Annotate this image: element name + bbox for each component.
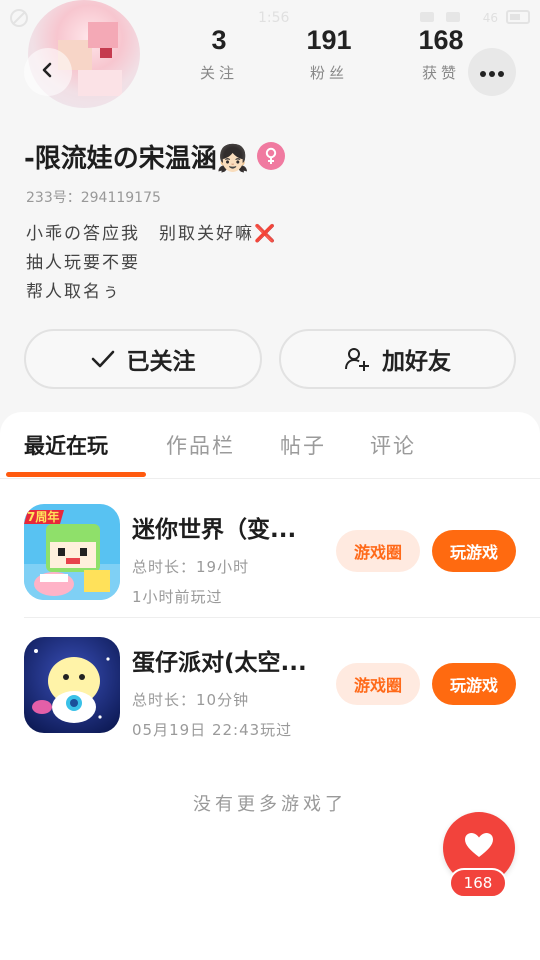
add-friend-button[interactable]: 加好友 (279, 329, 516, 389)
wifi-icon (446, 12, 460, 22)
heart-icon (464, 832, 494, 862)
likes-count: 168 (418, 25, 464, 55)
bio: 小乖の答应我 别取关好嘛❌ 抽人玩要不要 帮人取名ぅ (26, 220, 277, 307)
followers-count: 191 (306, 25, 352, 55)
tab-recently-played[interactable]: 最近在玩 (24, 430, 108, 460)
battery-percent: 46 (482, 11, 498, 25)
following-count: 3 (211, 25, 227, 55)
game-duration: 总时长：19小时 (132, 558, 250, 576)
game-title: 蛋仔派对(太空... (132, 650, 307, 676)
no-disturb-icon (10, 9, 28, 27)
tab-bar: 最近在玩 作品栏 帖子 评论 (0, 412, 540, 479)
game-item[interactable]: 7周年 迷你世界（变... 总时长：19小时 1小时前玩过 游戏圈 玩游戏 (0, 484, 540, 612)
profile-header: 1:56 46 3 关注 191 粉丝 168 获赞 -限流娃の宋温涵👧🏻 23… (0, 0, 540, 440)
followers-label: 粉丝 (309, 64, 348, 82)
nickname: -限流娃の宋温涵👧🏻 (24, 143, 250, 174)
anniversary-badge: 7周年 (27, 510, 60, 524)
user-id: 233号：294119175 (26, 190, 161, 206)
following-label: 关注 (199, 64, 238, 82)
battery-icon (506, 10, 530, 24)
bio-line: 小乖の答应我 别取关好嘛❌ (26, 224, 278, 244)
tab-comments[interactable]: 评论 (370, 430, 416, 460)
back-button[interactable] (24, 48, 72, 96)
game-item[interactable]: 蛋仔派对(太空... 总时长：10分钟 05月19日 22:43玩过 游戏圈 玩… (0, 617, 540, 745)
game-title: 迷你世界（变... (132, 517, 297, 543)
more-button[interactable] (468, 48, 516, 96)
game-last-played: 1小时前玩过 (132, 588, 223, 606)
game-circle-button[interactable]: 游戏圈 (336, 663, 420, 705)
game-last-played: 05月19日 22:43玩过 (132, 721, 293, 739)
bio-line: 帮人取名ぅ (26, 282, 121, 302)
stat-following[interactable]: 3 关注 (169, 24, 269, 83)
game-circle-button[interactable]: 游戏圈 (336, 530, 420, 572)
like-count-badge: 168 (449, 868, 507, 898)
play-game-button[interactable]: 玩游戏 (432, 663, 516, 705)
active-tab-indicator (6, 472, 146, 477)
signal-icon (420, 12, 434, 22)
check-icon (91, 349, 115, 369)
more-icon (479, 63, 505, 82)
followed-label: 已关注 (126, 349, 196, 375)
game-duration: 总时长：10分钟 (132, 691, 250, 709)
add-user-icon (344, 346, 370, 372)
mini-world-game-icon[interactable]: 7周年 (24, 504, 120, 600)
nickname-row: -限流娃の宋温涵👧🏻 (24, 136, 286, 176)
add-friend-label: 加好友 (382, 349, 451, 375)
back-icon (39, 61, 57, 83)
eggy-party-game-icon[interactable] (24, 637, 120, 733)
play-game-button[interactable]: 玩游戏 (432, 530, 516, 572)
stat-followers[interactable]: 191 粉丝 (279, 24, 379, 83)
tab-posts[interactable]: 帖子 (280, 430, 326, 460)
bio-line: 抽人玩要不要 (26, 253, 140, 273)
female-icon (257, 142, 286, 170)
followed-button[interactable]: 已关注 (24, 329, 262, 389)
no-more-games-text: 没有更多游戏了 (193, 794, 347, 815)
tab-works[interactable]: 作品栏 (166, 430, 235, 460)
